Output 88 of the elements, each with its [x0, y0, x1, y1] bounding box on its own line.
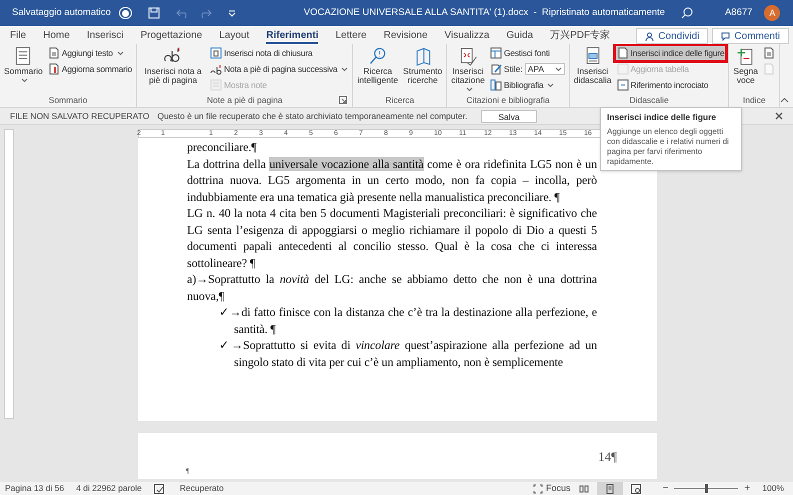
- document-icon: [616, 47, 629, 59]
- document-icon: [763, 63, 775, 75]
- ribbon-button[interactable]: Nota a piè di pagina successiva: [209, 62, 350, 76]
- comment-icon: [721, 32, 730, 40]
- endnote-icon: [210, 47, 222, 59]
- autosave-toggle[interactable]: [118, 7, 132, 19]
- focus-icon: [533, 484, 544, 494]
- caret-icon: [116, 50, 124, 56]
- ribbon-tab[interactable]: Progettazione: [140, 28, 202, 44]
- group-label: Didascalie: [629, 94, 669, 106]
- search-icon[interactable]: [680, 7, 693, 19]
- web-layout-icon: [630, 484, 641, 494]
- ribbon-tab[interactable]: Guida: [506, 28, 534, 44]
- focus-button[interactable]: Focus: [533, 482, 571, 495]
- ribbon-tab[interactable]: Lettere: [335, 28, 367, 44]
- ribbon-button[interactable]: Inserisci indice delle figure: [616, 46, 726, 60]
- tooltip-title: Inserisci indice delle figure: [607, 111, 718, 124]
- ribbon-button[interactable]: Inserisci nota a piè di pagina: [140, 46, 206, 85]
- print-layout-icon: [604, 484, 615, 494]
- style-label: Stile:: [504, 62, 523, 76]
- ribbon-tab[interactable]: Home: [43, 28, 70, 44]
- bibliography-icon: [490, 79, 502, 91]
- collapse-ribbon-icon[interactable]: [780, 97, 789, 103]
- message-title: FILE NON SALVATO RECUPERATO: [10, 110, 150, 122]
- proofing-icon[interactable]: [154, 484, 164, 494]
- cross-reference-icon: [616, 79, 629, 91]
- caret-icon: [554, 66, 562, 72]
- paragraph: La dottrina della universale vocazione alla santità come è ora ridefinita LG5 non è un dottrina nuova. LG5 argomenta in un certo modo, non fa copia – incolla, però indubbiamente era una tematica già presente nella manualistica preconciliare. ¶: [187, 156, 597, 205]
- style-icon: [490, 63, 502, 75]
- save-icon[interactable]: [148, 7, 160, 19]
- ribbon-button[interactable]: Ricerca intelligente: [356, 46, 400, 85]
- caret-icon: [341, 66, 348, 72]
- message-text: Questo è un file recuperato che è stato archiviato temporaneamente nel computer.: [157, 110, 468, 122]
- person-icon: [645, 32, 654, 40]
- word-count[interactable]: 4 di 22962 parole: [76, 482, 142, 495]
- ribbon-tab[interactable]: File: [10, 28, 26, 44]
- document-lines-icon: [763, 47, 775, 59]
- customize-caret-icon[interactable]: [228, 9, 236, 17]
- ribbon-button[interactable]: Strumento ricerche: [402, 46, 444, 85]
- ribbon-button[interactable]: Aggiorna sommario: [46, 62, 134, 76]
- caret-icon: [466, 87, 473, 92]
- sources-icon: [490, 47, 502, 59]
- save-button[interactable]: Salva: [481, 110, 537, 122]
- ribbon-icon-button[interactable]: [762, 46, 776, 60]
- group-label: Note a piè di pagina: [206, 94, 283, 106]
- page-count[interactable]: Pagina 13 di 56: [5, 482, 64, 495]
- close-icon[interactable]: [775, 112, 783, 120]
- ribbon-button[interactable]: Bibliografia: [488, 78, 566, 92]
- autosave-label: Salvataggio automatico: [12, 6, 111, 20]
- comments-button[interactable]: Commenti: [712, 28, 789, 44]
- style-dropdown[interactable]: APA: [524, 63, 565, 75]
- ribbon-button[interactable]: Sommario: [3, 46, 44, 85]
- notes-icon: [210, 79, 222, 91]
- tooltip-text: Aggiunge un elenco degli oggetti con didascalie e i relativi numeri di pagina per farvi riferimento rapidamente.: [607, 126, 730, 167]
- paragraph: preconciliare.¶: [187, 139, 257, 156]
- ribbon-button[interactable]: Segna voce: [732, 46, 759, 85]
- ribbon-tab[interactable]: Layout: [219, 28, 250, 44]
- window-title: VOCAZIONE UNIVERSALE ALLA SANTITA' (1).docx - Ripristinato automaticamente: [304, 6, 665, 20]
- ribbon-button[interactable]: Riferimento incrociato: [616, 78, 726, 92]
- group-label: Ricerca: [385, 94, 414, 106]
- ribbon-button[interactable]: Inserisci nota di chiusura: [209, 46, 350, 60]
- ribbon-tab[interactable]: Revisione: [384, 28, 428, 44]
- document-refresh-icon: [48, 63, 60, 75]
- next-footnote-icon: [210, 63, 222, 75]
- caret-icon: [20, 78, 28, 84]
- ribbon-button[interactable]: Aggiungi testo: [46, 46, 134, 60]
- group-label: Sommario: [48, 94, 88, 106]
- caret-icon: [547, 82, 554, 88]
- page-number: 14¶: [598, 448, 617, 466]
- ribbon-button[interactable]: Inserisci didascalia: [572, 46, 613, 85]
- ribbon-tab[interactable]: Visualizza: [444, 28, 490, 44]
- ribbon-button[interactable]: Gestisci fonti: [488, 46, 566, 60]
- ribbon-tab[interactable]: Inserisci: [86, 28, 124, 44]
- group-label: Indice: [742, 94, 766, 106]
- document-plus-icon: [48, 47, 60, 59]
- share-button[interactable]: Condividi: [636, 28, 708, 44]
- ribbon-button[interactable]: Inserisci citazione: [450, 46, 486, 94]
- read-mode-icon: [578, 484, 589, 494]
- view-button[interactable]: [596, 482, 623, 495]
- dialog-launcher-icon[interactable]: [339, 96, 348, 104]
- ribbon-tab[interactable]: 万兴PDF专家: [550, 28, 610, 44]
- paragraph: ✓→Soprattutto si evita di vincolare quest’aspirazione alla perfezione ad un singolo stato di vita per cui c’è un ampliamento, non è semplicemente: [218, 337, 597, 370]
- document-state: Recuperato: [180, 482, 224, 495]
- zoom-level[interactable]: 100%: [762, 482, 784, 495]
- zoom-out-button[interactable]: −: [662, 481, 668, 495]
- group-label: Citazioni e bibliografia: [466, 94, 550, 107]
- zoom-in-button[interactable]: +: [744, 481, 750, 495]
- user-name[interactable]: A8677: [724, 6, 752, 20]
